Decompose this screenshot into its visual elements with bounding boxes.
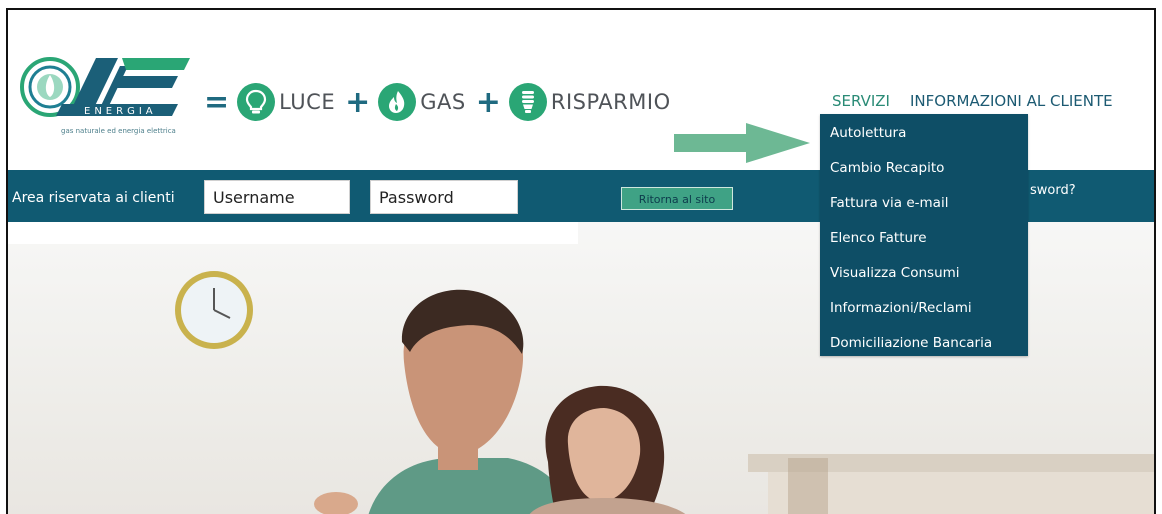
equals-sign: = xyxy=(204,84,230,120)
flame-icon xyxy=(378,83,417,121)
woman-figure xyxy=(529,385,686,514)
man-figure xyxy=(368,289,574,514)
password-field[interactable]: Password xyxy=(370,180,518,214)
slogan-gas: GAS xyxy=(420,90,466,114)
browser-viewport: ENERGIA gas naturale ed energia elettric… xyxy=(6,8,1156,514)
nav-informazioni-al-cliente[interactable]: INFORMAZIONI AL CLIENTE xyxy=(910,92,1113,110)
return-to-site-button[interactable]: Ritorna al sito xyxy=(621,187,733,210)
logo-graphic: ENERGIA xyxy=(20,57,190,117)
lightbulb-icon xyxy=(237,83,276,121)
menu-item-elenco-fatture[interactable]: Elenco Fatture xyxy=(830,230,927,246)
menu-item-informazioni-reclami[interactable]: Informazioni/Reclami xyxy=(830,300,972,316)
energy-saving-bulb-icon xyxy=(508,83,547,121)
menu-item-visualizza-consumi[interactable]: Visualizza Consumi xyxy=(830,265,960,281)
plus-sign: + xyxy=(345,84,371,120)
slogan: = LUCE + GAS + RISPARMIO xyxy=(202,82,679,122)
svg-text:ENERGIA: ENERGIA xyxy=(84,106,157,117)
slogan-risparmio: RISPARMIO xyxy=(550,90,671,114)
wall-clock-icon xyxy=(175,271,253,349)
annotation-arrow-icon xyxy=(674,123,810,163)
logo-tagline: gas naturale ed energia elettrica xyxy=(61,127,176,135)
menu-item-fattura-via-email[interactable]: Fattura via e-mail xyxy=(830,195,948,211)
slogan-luce: LUCE xyxy=(279,90,336,114)
menu-item-cambio-recapito[interactable]: Cambio Recapito xyxy=(830,160,944,176)
forgot-password-link[interactable]: sword? xyxy=(1030,183,1076,198)
servizi-dropdown-menu: Autolettura Cambio Recapito Fattura via … xyxy=(820,114,1028,356)
username-field[interactable]: Username xyxy=(204,180,350,214)
nav-servizi[interactable]: SERVIZI xyxy=(832,92,890,110)
main-nav: SERVIZI INFORMAZIONI AL CLIENTE xyxy=(832,92,1133,110)
menu-item-autolettura[interactable]: Autolettura xyxy=(830,125,906,141)
menu-item-domiciliazione-bancaria[interactable]: Domiciliazione Bancaria xyxy=(830,335,992,351)
af-energia-logo[interactable]: ENERGIA gas naturale ed energia elettric… xyxy=(18,42,198,152)
plus-sign-2: + xyxy=(475,84,501,120)
reserved-area-label: Area riservata ai clienti xyxy=(12,190,175,206)
